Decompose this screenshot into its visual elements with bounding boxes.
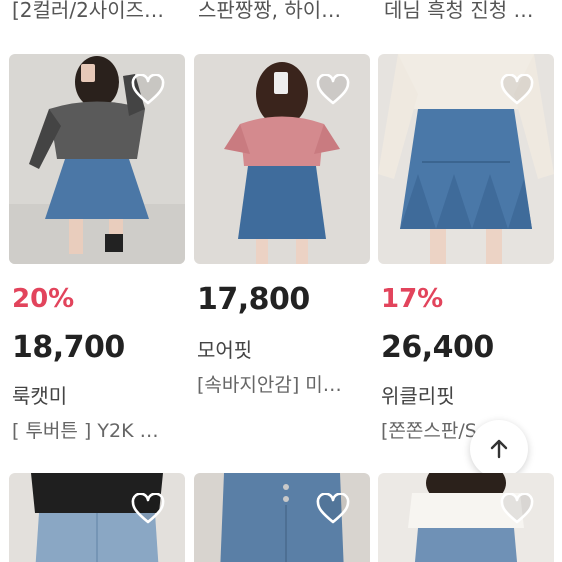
discount-rate: 20% bbox=[12, 284, 75, 314]
product-image[interactable] bbox=[9, 473, 185, 562]
product-image[interactable] bbox=[378, 473, 554, 562]
wishlist-button[interactable] bbox=[500, 493, 534, 525]
previous-row-titles: [2컬러/2사이즈… 스판짱짱, 하이… 데님 흑청 진청 … bbox=[0, 0, 562, 24]
product-title[interactable]: [쫀쫀스판/S… bbox=[381, 416, 557, 443]
product-image[interactable] bbox=[194, 54, 370, 264]
arrow-up-icon bbox=[490, 439, 508, 459]
product-image[interactable] bbox=[378, 54, 554, 264]
wishlist-button[interactable] bbox=[316, 493, 350, 525]
product-image[interactable] bbox=[9, 54, 185, 264]
product-title[interactable]: [2컬러/2사이즈… bbox=[12, 0, 188, 23]
product-image[interactable] bbox=[194, 473, 370, 562]
product-title[interactable]: [ 투버튼 ] Y2K … bbox=[12, 416, 188, 443]
heart-outline-icon bbox=[131, 74, 165, 105]
product-card[interactable]: 17% 26,400 위클리핏 [쫀쫀스판/S… bbox=[378, 54, 554, 442]
wishlist-button[interactable] bbox=[131, 74, 165, 106]
shop-name[interactable]: 룩캣미 bbox=[12, 380, 67, 409]
product-title[interactable]: [속바지안감] 미… bbox=[197, 370, 373, 397]
product-card[interactable]: 17,800 모어핏 [속바지안감] 미… bbox=[194, 54, 370, 396]
heart-outline-icon bbox=[131, 493, 165, 524]
heart-outline-icon bbox=[500, 74, 534, 105]
heart-outline-icon bbox=[316, 74, 350, 105]
wishlist-button[interactable] bbox=[500, 74, 534, 106]
heart-outline-icon bbox=[500, 493, 534, 524]
discount-rate: 17% bbox=[381, 284, 444, 314]
heart-outline-icon bbox=[316, 493, 350, 524]
scroll-to-top-button[interactable] bbox=[470, 420, 528, 478]
product-title[interactable]: 데님 흑청 진청 … bbox=[384, 0, 560, 23]
wishlist-button[interactable] bbox=[316, 74, 350, 106]
wishlist-button[interactable] bbox=[131, 493, 165, 525]
shop-name[interactable]: 모어핏 bbox=[197, 334, 252, 363]
price: 18,700 bbox=[12, 330, 125, 365]
price: 26,400 bbox=[381, 330, 494, 365]
price: 17,800 bbox=[197, 282, 310, 317]
product-card[interactable]: 20% 18,700 룩캣미 [ 투버튼 ] Y2K … bbox=[9, 54, 185, 442]
product-title[interactable]: 스판짱짱, 하이… bbox=[198, 0, 374, 23]
shop-name[interactable]: 위클리핏 bbox=[381, 380, 455, 409]
